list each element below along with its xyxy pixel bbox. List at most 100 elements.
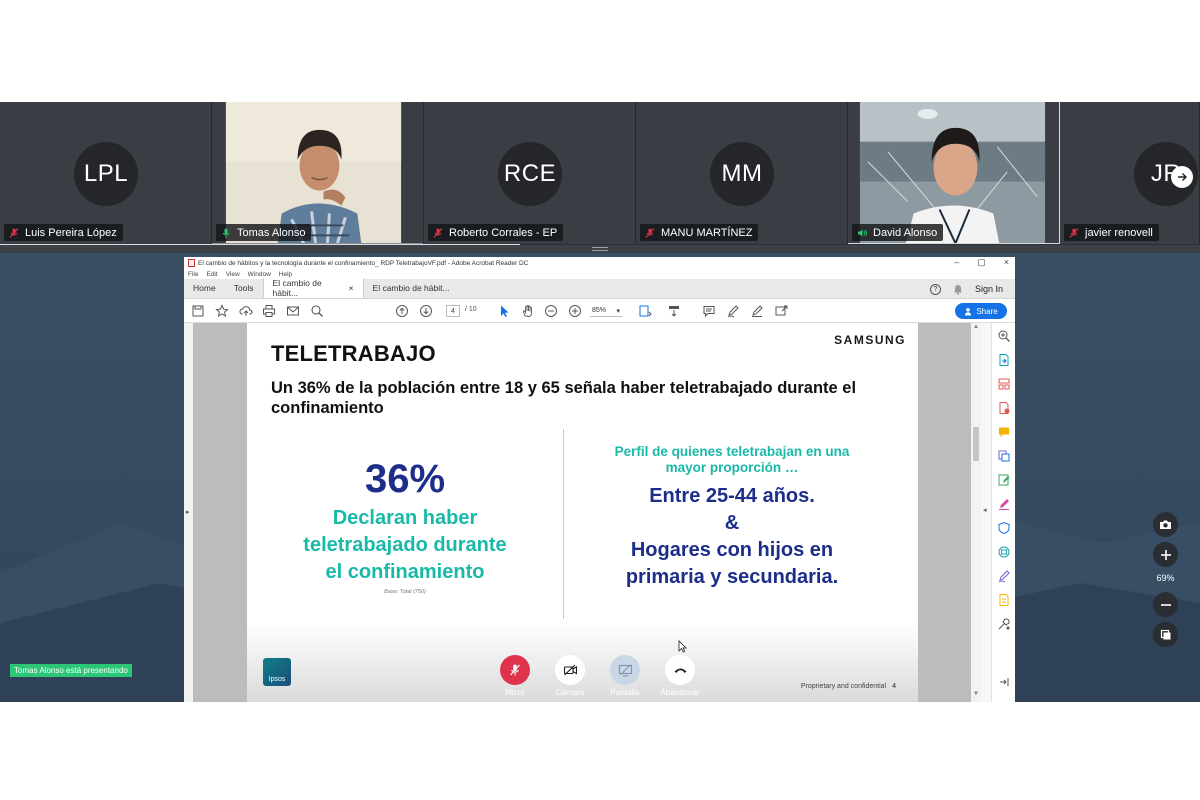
participant-video xyxy=(848,102,1059,244)
close-icon[interactable]: × xyxy=(1004,257,1009,268)
sign-icon[interactable] xyxy=(750,304,764,318)
select-cursor-icon[interactable] xyxy=(497,304,511,318)
slide-subtitle: Un 36% de la población entre 18 y 65 señ… xyxy=(271,379,857,417)
mic-muted-icon xyxy=(645,227,655,238)
samsung-logo: SAMSUNG xyxy=(834,333,906,347)
scrollbar-thumb[interactable] xyxy=(973,427,979,461)
bookmark-star-icon[interactable] xyxy=(215,304,229,318)
zoom-tool-icon[interactable] xyxy=(997,329,1011,343)
maximize-icon[interactable]: ▢ xyxy=(977,257,986,268)
scroll-mode-icon[interactable] xyxy=(667,304,681,318)
call-controls: Micro Cámara Pantalla Abandonar xyxy=(498,655,708,701)
tab-document-active[interactable]: El cambio de hábit... × xyxy=(262,278,363,298)
left-panel-toggle[interactable]: ▸ xyxy=(184,323,193,702)
participant-tile-javier[interactable]: JR javier renovell xyxy=(1060,102,1200,244)
save-icon[interactable] xyxy=(191,304,205,318)
zoom-in-button[interactable] xyxy=(1153,542,1178,567)
page-down-icon[interactable] xyxy=(419,304,433,318)
menu-edit[interactable]: Edit xyxy=(206,271,217,278)
participant-video xyxy=(212,102,423,244)
resize-divider[interactable] xyxy=(0,245,1200,253)
base-note: Base: Total (750) xyxy=(384,589,426,595)
protect-icon[interactable] xyxy=(997,521,1011,535)
page-number-input[interactable]: 4 xyxy=(446,305,460,317)
pdf-file-icon xyxy=(188,259,195,267)
more-tools-icon[interactable] xyxy=(997,617,1011,631)
vertical-scrollbar[interactable]: ▲ ▼ xyxy=(971,323,981,702)
help-icon[interactable]: ? xyxy=(929,283,941,295)
tab-close-icon[interactable]: × xyxy=(349,283,354,293)
menu-window[interactable]: Window xyxy=(248,271,271,278)
tools-pane xyxy=(991,323,1015,702)
fit-page-icon[interactable] xyxy=(638,304,652,318)
send-for-review-icon[interactable] xyxy=(997,593,1011,607)
drag-handle-icon[interactable] xyxy=(592,247,608,251)
view-zoom-controls: 69% xyxy=(1149,510,1182,650)
screen-share-button[interactable] xyxy=(610,655,640,685)
mouse-cursor-icon xyxy=(678,640,687,653)
tab-tools[interactable]: Tools xyxy=(225,278,263,298)
popout-button[interactable] xyxy=(1153,622,1178,647)
menu-help[interactable]: Help xyxy=(279,271,292,278)
column-divider xyxy=(563,429,564,619)
combine-files-icon[interactable] xyxy=(997,449,1011,463)
participant-tile-luis[interactable]: LPL Luis Pereira López xyxy=(0,102,212,244)
minimize-icon[interactable]: – xyxy=(954,257,959,268)
tab-home[interactable]: Home xyxy=(184,278,225,298)
participant-tile-david[interactable]: David Alonso xyxy=(848,102,1060,244)
bell-icon[interactable] xyxy=(953,284,963,295)
right-panel-toggle[interactable]: ◂ xyxy=(981,323,991,702)
share-button[interactable]: Share xyxy=(955,303,1007,319)
zoom-level: 69% xyxy=(1156,573,1175,583)
upload-cloud-icon[interactable] xyxy=(239,304,253,318)
menu-view[interactable]: View xyxy=(226,271,240,278)
stamp-icon[interactable] xyxy=(774,304,788,318)
menu-file[interactable]: File xyxy=(188,271,198,278)
enhance-scans-icon[interactable] xyxy=(997,545,1011,559)
request-signature-icon[interactable] xyxy=(997,569,1011,583)
participant-name: MANU MARTÍNEZ xyxy=(661,226,753,239)
fill-sign-icon[interactable] xyxy=(997,497,1011,511)
scroll-up-icon[interactable]: ▲ xyxy=(973,324,979,330)
collapse-pane-icon[interactable] xyxy=(997,675,1011,689)
avatar: RCE xyxy=(498,142,562,206)
comment-tool-icon[interactable] xyxy=(997,425,1011,439)
create-pdf-icon[interactable] xyxy=(997,401,1011,415)
hang-up-icon xyxy=(674,668,686,673)
zoom-level-select[interactable]: 85% ▾ xyxy=(590,305,622,317)
snapshot-button[interactable] xyxy=(1153,512,1178,537)
participant-nametag: MANU MARTÍNEZ xyxy=(640,224,759,241)
zoom-in-icon[interactable] xyxy=(568,304,582,318)
page-up-icon[interactable] xyxy=(395,304,409,318)
tab-document[interactable]: El cambio de hábit... xyxy=(362,278,463,298)
mic-button[interactable] xyxy=(500,655,530,685)
expand-arrow-icon[interactable] xyxy=(1171,166,1193,188)
mic-muted-icon xyxy=(9,227,19,238)
participant-tile-tomas[interactable]: Tomas Alonso xyxy=(212,102,424,244)
participant-tile-manu[interactable]: MM MANU MARTÍNEZ xyxy=(636,102,848,244)
print-icon[interactable] xyxy=(262,304,276,318)
tab-bar: Home Tools El cambio de hábit... × El ca… xyxy=(184,278,1015,299)
hand-tool-icon[interactable] xyxy=(521,304,535,318)
email-icon[interactable] xyxy=(286,304,300,318)
participant-nametag: javier renovell xyxy=(1064,224,1159,241)
edit-pdf-icon[interactable] xyxy=(997,473,1011,487)
camera-button[interactable] xyxy=(555,655,585,685)
search-icon[interactable] xyxy=(310,304,324,318)
stat-description: Declaran haber teletrabajado durante el … xyxy=(271,505,539,586)
leave-call-button[interactable] xyxy=(665,655,695,685)
copy-window-icon xyxy=(1160,629,1170,639)
scroll-down-icon[interactable]: ▼ xyxy=(973,691,979,697)
zoom-out-icon[interactable] xyxy=(544,304,558,318)
stat-line: Declaran haber xyxy=(332,507,478,529)
zoom-out-button[interactable] xyxy=(1153,592,1178,617)
leave-label: Abandonar xyxy=(660,688,700,697)
participant-tile-roberto[interactable]: RCE Roberto Corrales - EP xyxy=(424,102,636,244)
document-viewport[interactable]: ▸ TELETRABAJO SAMSUNG Un 36% de la pobla… xyxy=(184,323,1015,702)
sign-in-link[interactable]: Sign In xyxy=(975,284,1003,294)
comment-icon[interactable] xyxy=(702,304,716,318)
pen-icon[interactable] xyxy=(726,304,740,318)
organize-pages-icon[interactable] xyxy=(997,377,1011,391)
export-pdf-icon[interactable] xyxy=(997,353,1011,367)
camera-off-icon xyxy=(563,664,577,676)
